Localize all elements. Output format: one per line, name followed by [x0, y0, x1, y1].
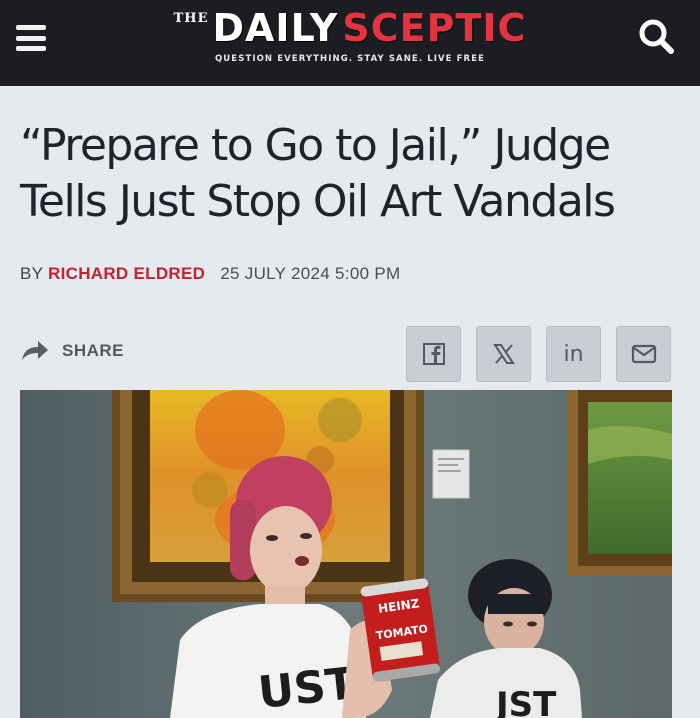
email-share-button[interactable]: [616, 326, 671, 382]
article-byline: BY RICHARD ELDRED 25 JULY 2024 5:00 PM: [20, 264, 400, 284]
share-section: SHARE: [20, 340, 124, 362]
publish-date: 25 JULY 2024 5:00 PM: [220, 264, 401, 283]
menu-icon-bar: [16, 35, 46, 41]
logo-wordmark: THE DAILY SCEPTIC: [174, 6, 526, 50]
menu-button[interactable]: [16, 22, 50, 54]
search-button[interactable]: [636, 16, 678, 58]
site-tagline: QUESTION EVERYTHING. STAY SANE. LIVE FRE…: [214, 54, 486, 64]
share-arrow-icon: [22, 341, 48, 360]
article-title: “Prepare to Go to Jail,” Judge Tells Jus…: [20, 120, 616, 227]
article-hero-image: UST HEINZ TOMATO JST: [20, 390, 672, 718]
x-icon: [492, 344, 515, 364]
shirt-text-left: UST: [256, 658, 358, 718]
email-icon: [631, 344, 656, 364]
site-header: THE DAILY SCEPTIC QUESTION EVERYTHING. S…: [0, 0, 700, 86]
facebook-icon: [422, 343, 445, 365]
shirt-text-right: JST: [494, 685, 557, 718]
search-icon: [639, 19, 674, 54]
linkedin-share-button[interactable]: in: [546, 326, 601, 382]
hero-photo-illustration: UST HEINZ TOMATO JST: [20, 390, 672, 718]
menu-icon: [16, 25, 46, 30]
facebook-share-button[interactable]: [406, 326, 461, 382]
logo-sceptic: SCEPTIC: [342, 6, 527, 50]
menu-icon-bar: [16, 46, 46, 51]
x-share-button[interactable]: [476, 326, 531, 382]
linkedin-icon: in: [563, 341, 584, 367]
logo-daily: DAILY: [212, 6, 339, 50]
logo-the: THE: [173, 11, 209, 26]
author-link[interactable]: RICHARD ELDRED: [48, 264, 205, 283]
site-logo[interactable]: THE DAILY SCEPTIC QUESTION EVERYTHING. S…: [174, 6, 526, 78]
wheatfield-painting: [568, 390, 672, 576]
byline-prefix: BY: [20, 264, 43, 283]
soup-can: HEINZ TOMATO: [360, 578, 441, 682]
wall-label: [432, 449, 470, 499]
share-label: SHARE: [62, 341, 125, 360]
